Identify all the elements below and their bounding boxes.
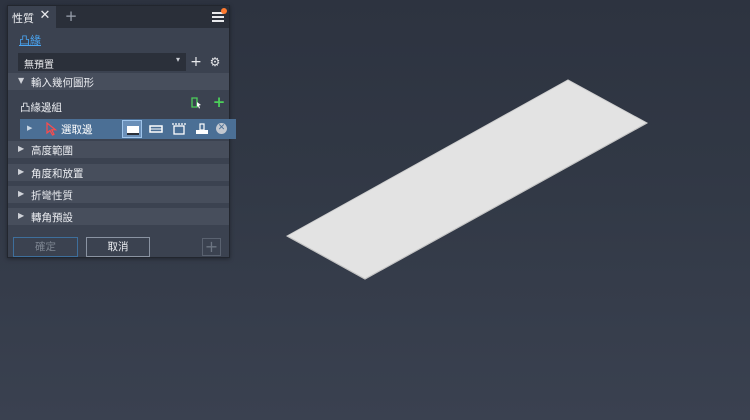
section-angle-placement[interactable]: ▶ 角度和放置 xyxy=(8,164,229,181)
panel-menu-icon[interactable] xyxy=(212,8,228,24)
edge-group-label: 凸緣邊組 xyxy=(20,102,62,114)
gear-icon[interactable]: ⚙ xyxy=(207,54,223,70)
expand-triangle-icon: ▶ xyxy=(18,167,25,176)
section-angle-placement-label: 角度和放置 xyxy=(31,168,84,180)
selection-cursor-icon xyxy=(46,122,58,136)
apply-button[interactable]: + xyxy=(202,238,221,256)
close-icon[interactable]: ✕ xyxy=(38,9,52,23)
tab-properties[interactable]: 性質 ✕ xyxy=(8,6,56,28)
cancel-button[interactable]: 取消 xyxy=(86,237,150,257)
select-edges-label: 選取邊 xyxy=(61,124,93,136)
section-input-geometry[interactable]: ▼ 輸入幾何圖形 xyxy=(8,73,229,90)
edge-mode-offset-button[interactable] xyxy=(169,120,189,138)
preset-value: 無預置 xyxy=(24,60,54,71)
edge-mode-double-edge-button[interactable] xyxy=(146,120,166,138)
expand-triangle-icon: ▶ xyxy=(18,211,25,220)
panel-tab-bar: 性質 ✕ + xyxy=(8,6,229,28)
add-tab-icon[interactable]: + xyxy=(64,9,78,24)
notification-dot xyxy=(221,8,227,14)
properties-panel: 性質 ✕ + 凸緣 無預置 ▾ + ⚙ ▼ 輸入幾何圖形 凸緣邊組 + ▶ 選取… xyxy=(7,5,236,258)
section-height-extents[interactable]: ▶ 高度範圍 xyxy=(8,141,229,158)
edge-mode-profile-button[interactable] xyxy=(192,120,212,138)
section-bend-properties-label: 折彎性質 xyxy=(31,190,73,202)
expand-triangle-icon: ▶ xyxy=(18,144,25,153)
ok-button[interactable]: 確定 xyxy=(13,237,78,257)
add-preset-icon[interactable]: + xyxy=(188,54,204,70)
expand-triangle-icon[interactable]: ▶ xyxy=(27,124,32,132)
flat-plate-face[interactable] xyxy=(285,79,649,280)
collapse-triangle-icon: ▼ xyxy=(18,76,25,85)
section-corner-preset[interactable]: ▶ 轉角預設 xyxy=(8,208,229,225)
clear-selection-icon[interactable]: ✕ xyxy=(216,123,227,134)
add-edge-group-icon[interactable]: + xyxy=(211,94,227,110)
edge-group-select-icon[interactable] xyxy=(190,95,206,111)
section-input-geometry-label: 輸入幾何圖形 xyxy=(31,77,94,89)
expand-triangle-icon: ▶ xyxy=(18,189,25,198)
chevron-down-icon: ▾ xyxy=(175,55,180,64)
edge-mode-face-button[interactable] xyxy=(122,120,142,138)
tab-properties-label: 性質 xyxy=(12,12,34,25)
section-corner-preset-label: 轉角預設 xyxy=(31,212,73,224)
select-edges-row[interactable]: ▶ 選取邊 ✕ xyxy=(20,119,236,139)
preset-dropdown[interactable]: 無預置 ▾ xyxy=(18,53,186,71)
section-height-extents-label: 高度範圍 xyxy=(31,145,73,157)
feature-name-link[interactable]: 凸緣 xyxy=(19,32,41,48)
section-bend-properties[interactable]: ▶ 折彎性質 xyxy=(8,186,229,203)
